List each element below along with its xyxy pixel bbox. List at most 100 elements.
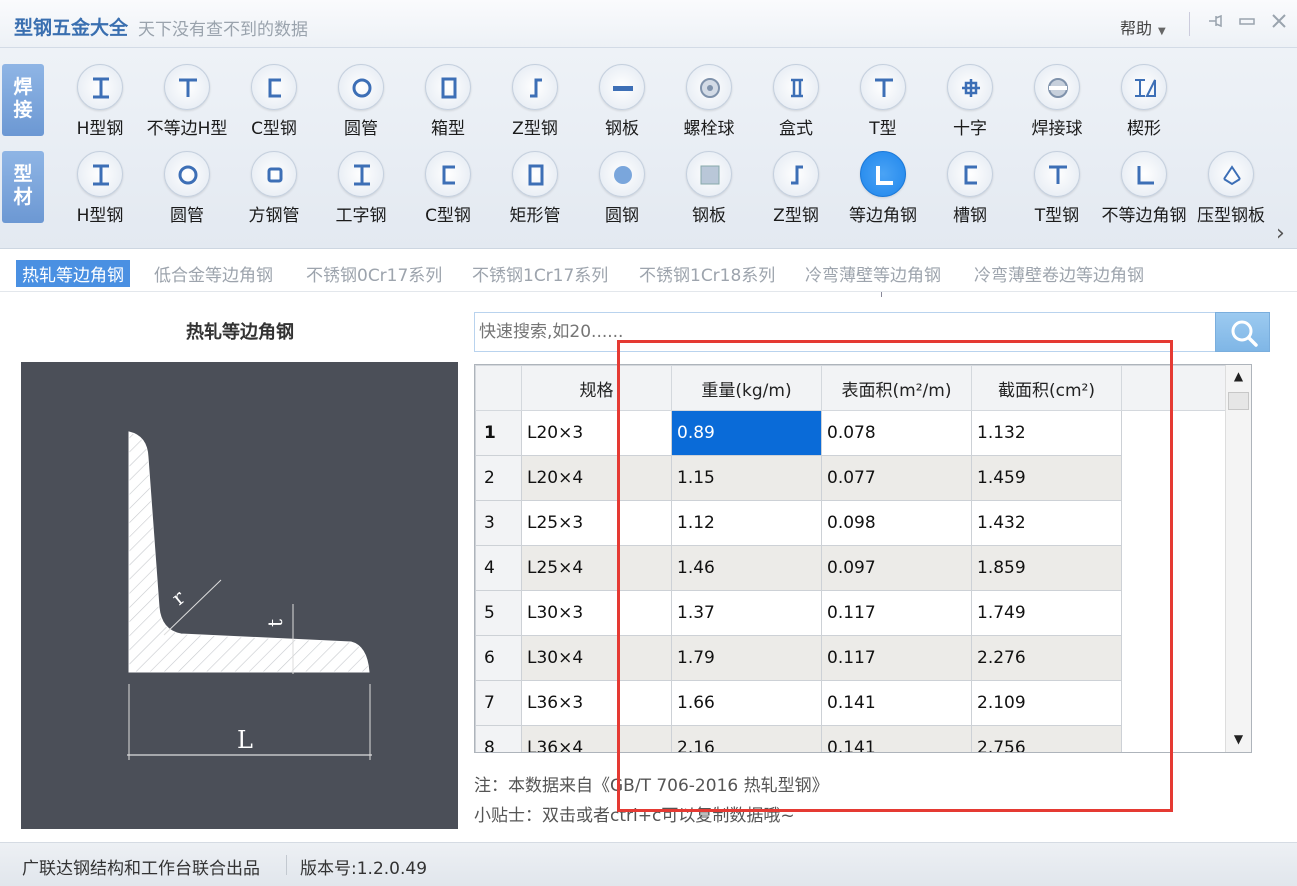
welding-tool-2[interactable]: C型钢 <box>229 64 319 139</box>
status-bar: 广联达钢结构和工作台联合出品 版本号:1.2.0.49 <box>0 842 1297 886</box>
table-row[interactable]: 2 L20×4 1.15 0.077 1.459 <box>475 455 1232 501</box>
cell-surface[interactable]: 0.097 <box>821 545 972 591</box>
scroll-thumb[interactable] <box>1228 392 1249 410</box>
welding-tool-9[interactable]: T型 <box>838 64 928 139</box>
welding-tool-0[interactable]: H型钢 <box>55 64 145 139</box>
column-header-area[interactable]: 截面积(cm²) <box>971 365 1122 411</box>
subtab-3[interactable]: 不锈钢1Cr17系列 <box>466 260 614 287</box>
search-input[interactable] <box>474 312 1216 352</box>
cell-weight[interactable]: 1.66 <box>671 680 822 726</box>
cell-weight[interactable]: 1.37 <box>671 590 822 636</box>
subtab-0[interactable]: 热轧等边角钢 <box>16 260 130 287</box>
table-row[interactable]: 6 L30×4 1.79 0.117 2.276 <box>475 635 1232 681</box>
table-scrollbar[interactable]: ▲ ▼ <box>1225 365 1251 752</box>
category-tab-profile[interactable]: 型 材 <box>2 151 44 223</box>
row-number[interactable]: 1 <box>475 410 522 456</box>
subtab-1[interactable]: 低合金等边角钢 <box>148 260 279 287</box>
row-number[interactable]: 4 <box>475 545 522 591</box>
welding-tool-5[interactable]: Z型钢 <box>490 64 580 139</box>
cell-weight[interactable]: 0.89 <box>671 410 822 456</box>
welding-tool-11[interactable]: 焊接球 <box>1012 64 1102 139</box>
scroll-up-icon[interactable]: ▲ <box>1226 365 1251 387</box>
cell-spec[interactable]: L30×4 <box>521 635 672 681</box>
cell-surface[interactable]: 0.117 <box>821 590 972 636</box>
welding-tool-12[interactable]: 楔形 <box>1099 64 1189 139</box>
cell-surface[interactable]: 0.077 <box>821 455 972 501</box>
cell-area[interactable]: 2.276 <box>971 635 1122 681</box>
cell-area[interactable]: 1.859 <box>971 545 1122 591</box>
row-number[interactable]: 7 <box>475 680 522 726</box>
profile-tool-9[interactable]: 等边角钢 <box>838 151 928 226</box>
column-header-spec[interactable]: 规格 <box>521 365 672 411</box>
cell-weight[interactable]: 1.46 <box>671 545 822 591</box>
subtab-5[interactable]: 冷弯薄壁等边角钢 <box>799 260 947 287</box>
pin-icon[interactable] <box>1204 12 1226 34</box>
profile-tool-4[interactable]: C型钢 <box>403 151 493 226</box>
profile-tool-3[interactable]: 工字钢 <box>316 151 406 226</box>
profile-tool-2[interactable]: 方钢管 <box>229 151 319 226</box>
cell-spec[interactable]: L36×3 <box>521 680 672 726</box>
cell-area[interactable]: 2.109 <box>971 680 1122 726</box>
table-row[interactable]: 4 L25×4 1.46 0.097 1.859 <box>475 545 1232 591</box>
row-number[interactable]: 6 <box>475 635 522 681</box>
welding-tool-1[interactable]: 不等边H型 <box>142 64 232 139</box>
table-row[interactable]: 8 L36×4 2.16 0.141 2.756 <box>475 725 1232 752</box>
subtab-2[interactable]: 不锈钢0Cr17系列 <box>300 260 448 287</box>
cell-surface[interactable]: 0.098 <box>821 500 972 546</box>
search-button[interactable] <box>1215 312 1270 352</box>
subtab-6[interactable]: 冷弯薄壁卷边等边角钢 <box>968 260 1150 287</box>
cell-area[interactable]: 1.432 <box>971 500 1122 546</box>
table-row[interactable]: 7 L36×3 1.66 0.141 2.109 <box>475 680 1232 726</box>
help-menu[interactable]: 帮助 ▼ <box>1120 15 1166 39</box>
row-number[interactable]: 8 <box>475 725 522 752</box>
cell-surface[interactable]: 0.141 <box>821 725 972 752</box>
profile-tool-6[interactable]: 圆钢 <box>577 151 667 226</box>
cell-area[interactable]: 1.459 <box>971 455 1122 501</box>
table-row[interactable]: 1 L20×3 0.89 0.078 1.132 <box>475 410 1232 456</box>
row-number[interactable]: 2 <box>475 455 522 501</box>
profile-tool-12[interactable]: 不等边角钢 <box>1099 151 1189 226</box>
profile-tool-7[interactable]: 钢板 <box>664 151 754 226</box>
profile-tool-11[interactable]: T型钢 <box>1012 151 1102 226</box>
profile-tool-1[interactable]: 圆管 <box>142 151 232 226</box>
welding-tool-7[interactable]: 螺栓球 <box>664 64 754 139</box>
cell-weight[interactable]: 1.12 <box>671 500 822 546</box>
cell-spec[interactable]: L30×3 <box>521 590 672 636</box>
row-number[interactable]: 3 <box>475 500 522 546</box>
profile-tool-8[interactable]: Z型钢 <box>751 151 841 226</box>
welding-tool-3[interactable]: 圆管 <box>316 64 406 139</box>
cell-surface[interactable]: 0.117 <box>821 635 972 681</box>
column-header-surface[interactable]: 表面积(m²/m) <box>821 365 972 411</box>
close-icon[interactable] <box>1268 12 1290 34</box>
welding-tool-6[interactable]: 钢板 <box>577 64 667 139</box>
cell-weight[interactable]: 1.79 <box>671 635 822 681</box>
profile-tool-10[interactable]: 槽钢 <box>925 151 1015 226</box>
cell-area[interactable]: 2.756 <box>971 725 1122 752</box>
profile-tool-5[interactable]: 矩形管 <box>490 151 580 226</box>
category-tab-welding[interactable]: 焊 接 <box>2 64 44 136</box>
cell-weight[interactable]: 1.15 <box>671 455 822 501</box>
row-number[interactable]: 5 <box>475 590 522 636</box>
cell-surface[interactable]: 0.141 <box>821 680 972 726</box>
cell-weight[interactable]: 2.16 <box>671 725 822 752</box>
subtab-4[interactable]: 不锈钢1Cr18系列 <box>633 260 781 287</box>
chevron-right-icon[interactable]: › <box>1276 221 1285 246</box>
table-row[interactable]: 3 L25×3 1.12 0.098 1.432 <box>475 500 1232 546</box>
column-header-weight[interactable]: 重量(kg/m) <box>671 365 822 411</box>
welding-tool-4[interactable]: 箱型 <box>403 64 493 139</box>
cell-area[interactable]: 1.132 <box>971 410 1122 456</box>
cell-spec[interactable]: L25×4 <box>521 545 672 591</box>
profile-tool-0[interactable]: H型钢 <box>55 151 145 226</box>
cell-spec[interactable]: L36×4 <box>521 725 672 752</box>
welding-tool-8[interactable]: 盒式 <box>751 64 841 139</box>
profile-tool-13[interactable]: 压型钢板 <box>1186 151 1276 226</box>
welding-tool-10[interactable]: 十字 <box>925 64 1015 139</box>
cell-area[interactable]: 1.749 <box>971 590 1122 636</box>
cell-spec[interactable]: L20×3 <box>521 410 672 456</box>
cell-spec[interactable]: L20×4 <box>521 455 672 501</box>
table-row[interactable]: 5 L30×3 1.37 0.117 1.749 <box>475 590 1232 636</box>
cell-spec[interactable]: L25×3 <box>521 500 672 546</box>
minimize-icon[interactable] <box>1236 12 1258 34</box>
scroll-down-icon[interactable]: ▼ <box>1226 728 1251 750</box>
cell-surface[interactable]: 0.078 <box>821 410 972 456</box>
